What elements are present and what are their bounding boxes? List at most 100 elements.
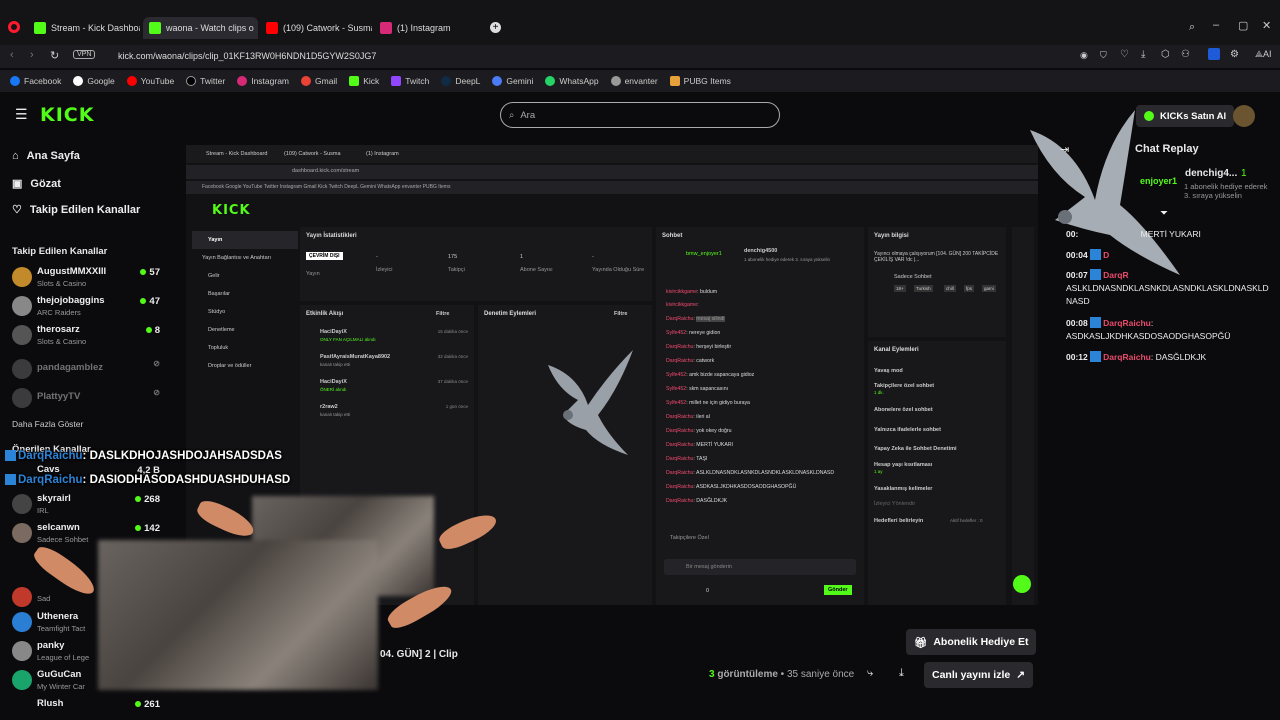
profile-icon[interactable]: ⚇ [1181,49,1190,60]
live-dot-icon [135,525,142,531]
minimize-icon[interactable]: – [1213,19,1219,31]
tab-youtube-catwork[interactable]: (109) Catwork - Susma (Fr [260,17,372,39]
chat-message: DarqRaichu: MERTİ YUKARI [666,442,734,448]
extension-icon[interactable] [1208,48,1220,60]
forward-icon[interactable]: › [30,49,34,61]
replay-message: 00:08 DarqRaichu: ASDKASLJKDHKASDOSAODGHA… [1066,317,1231,341]
bookmark-whatsapp[interactable]: WhatsApp [545,76,599,86]
bookmark-kick[interactable]: Kick [349,76,379,86]
bookmark-gmail[interactable]: Gmail [301,76,337,86]
kick-logo[interactable]: KICK [40,104,94,126]
tab-stream-dashboard[interactable]: Stream - Kick Dashboard [28,17,140,39]
recommended-channel-8[interactable]: Rlush 261 [12,696,162,716]
followed-channel-3[interactable]: pandagamblez ⊘ [12,356,162,384]
tab-waona-clips[interactable]: waona - Watch clips o [143,17,258,39]
followed-channel-0[interactable]: AugustMMXXIII Slots & Casino 57 [12,264,162,292]
inner-menu-item: Droplar ve ödüller [208,363,252,369]
bookmark-youtube[interactable]: YouTube [126,76,174,86]
address-bar: ‹ › ↻ VPN kick.com/waona/clips/clip_01KF… [0,45,1280,68]
bookmark-facebook[interactable]: Facebook [10,76,61,86]
chat-message: DarqRaichu: ileri al [666,414,710,420]
youtube-icon [126,76,137,86]
camera-icon[interactable]: ◉ [1080,50,1088,61]
live-dot-icon [140,269,147,275]
nav-home[interactable]: ⌂ Ana Sayfa [12,150,80,162]
inner-menu-item: Topluluk [208,345,229,351]
new-tab-button[interactable]: + [490,22,501,33]
nav-browse[interactable]: ▣ Gözat [12,177,61,191]
live-dot-icon [145,327,152,333]
bookmark-pubg-items[interactable]: PUBG Items [669,76,731,86]
clip-title: 04. GÜN] 2 | Clip [380,649,458,660]
inner-sidebar: Yayın Yayın Bağlantısı ve Anahtarı Gelir… [192,231,298,375]
hamburger-menu-icon[interactable]: ☰ [15,106,28,123]
replay-message: 00: MERTİ YUKARI [1066,229,1201,239]
search-tabs-icon[interactable]: ⌕ [1189,21,1195,34]
bookmark-google[interactable]: Google [73,76,115,86]
maximize-icon[interactable]: ▢ [1238,19,1248,32]
gift-icon: 🎁︎ [914,636,928,649]
avatar [12,670,32,690]
activity-row: PasifAyraisMuratKaya8902 kanalı takip et… [320,354,468,367]
heart-icon: ♡ [12,204,22,216]
shield-icon[interactable]: ⛉ [1100,50,1107,61]
close-window-icon[interactable]: ✕ [1262,19,1271,32]
inner-stats-panel: Yayın İstatistikleri ÇEVRİM DIŞI Yayın -… [300,227,652,301]
replay-message: 00:07 DarqR ASLKLDNASNDKLASNKDLASNDKLASKL… [1066,269,1269,306]
reload-icon[interactable]: ↻ [50,49,59,62]
home-icon: ⌂ [12,150,19,162]
bookmark-twitch[interactable]: Twitch [391,76,429,86]
collapse-chat-icon[interactable]: ⇥ [1060,143,1069,156]
gmail-icon [301,76,311,86]
followed-channel-1[interactable]: thejojobaggins ARC Raiders 47 [12,293,162,321]
activity-row: r2raw2 kanalı takip etti 1 gün önce [320,404,468,417]
youtube-favicon-icon [266,22,278,34]
bookmark-deepl[interactable]: DeepL [441,76,480,86]
user-badge-icon [5,450,16,461]
nav-following[interactable]: ♡ Takip Edilen Kanallar [12,203,140,217]
gift-subscription-button[interactable]: 🎁︎ Abonelik Hediye Et [906,629,1037,655]
settings-icon[interactable]: ⚙ [1230,49,1239,60]
chat-message: DarqRaichu: herşeyi birleştir [666,344,732,350]
pigeon-sticker [548,350,633,455]
tab-instagram[interactable]: (1) Instagram [374,17,482,39]
back-icon[interactable]: ‹ [10,49,14,61]
opera-logo-icon[interactable] [8,21,20,33]
chat-message: Sylfe452: amk bizde sapancaya gidioz [666,372,755,378]
search-icon: ⌕ [509,109,515,121]
activity-row: HaciDayiX ÖNERİ alındı 37 dakika önce [320,379,468,392]
chat-message: Sylfe452: skm sapancasını [666,386,729,392]
live-dot-icon [135,496,142,502]
pinned-chevron-icon[interactable]: ⏷ [1160,208,1168,219]
chat-message: kivircikkgame: [666,302,699,308]
avatar [12,523,32,543]
watch-live-button[interactable]: Canlı yayını izle ↗ [924,662,1034,688]
url-text[interactable]: kick.com/waona/clips/clip_01KF13RW0H6NDN… [118,51,376,61]
bookmark-twitter[interactable]: Twitter [186,76,225,86]
followed-channel-4[interactable]: PlattyyTV ⊘ [12,385,162,413]
avatar [12,359,32,379]
heart-icon[interactable]: ♡ [1120,49,1129,60]
view-count: 3 görüntüleme • 35 saniye önce [709,669,855,680]
download-icon[interactable]: ⤓ [899,667,904,680]
bookmark-envanter[interactable]: envanter [610,76,658,86]
gift-mention: enjoyer1 [1140,176,1178,186]
avatar [12,388,32,408]
bookmark-gemini[interactable]: Gemini [492,76,533,86]
inner-tab: (1) Instagram [366,151,399,157]
share-icon[interactable]: ⤷ [867,667,873,680]
followed-channel-2[interactable]: therosarz Slots & Casino 8 [12,322,162,350]
show-more-link[interactable]: Daha Fazla Göster [12,419,83,429]
chat-replay-title: Chat Replay [1135,143,1199,155]
search-input[interactable]: ⌕ Ara [500,102,780,128]
bookmark-instagram[interactable]: Instagram [237,76,289,86]
download-icon[interactable]: ⤓ [1141,49,1145,60]
recommended-channel-1[interactable]: skyrairl IRL 268 [12,491,162,519]
vpn-badge[interactable]: VPN [73,50,96,59]
avatar [12,612,32,632]
ai-button[interactable]: ⟁AI [1255,49,1272,60]
cube-icon[interactable]: ⬡ [1161,49,1170,60]
avatar[interactable] [1233,105,1255,127]
inner-bookmarks: Facebook Google YouTube Twitter Instagra… [186,181,1038,194]
inner-address-bar: dashboard.kick.com/stream [186,165,1038,179]
